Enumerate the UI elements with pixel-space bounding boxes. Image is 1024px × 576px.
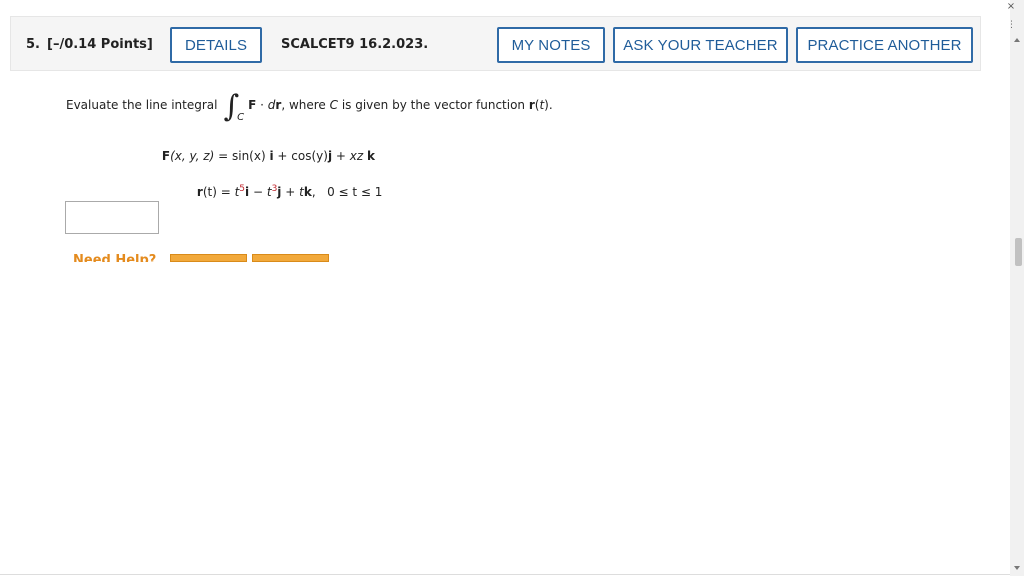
eq-r-plus: +: [281, 185, 300, 199]
scrollbar-thumb[interactable]: [1015, 238, 1022, 266]
scroll-up-icon[interactable]: [1014, 38, 1020, 42]
prompt-F: F: [248, 98, 257, 112]
prompt-lead: Evaluate the line integral: [66, 98, 218, 112]
eq-F-term3: xz: [349, 149, 364, 163]
menu-dots-icon[interactable]: ⋮: [1007, 20, 1016, 30]
answer-input[interactable]: [65, 201, 159, 234]
prompt-t-close: ).: [544, 98, 553, 112]
eq-r-range: 0 ≤ t ≤ 1: [327, 185, 383, 199]
vertical-scrollbar[interactable]: [1010, 0, 1024, 576]
eq-r-exponent1: 5: [239, 184, 246, 194]
close-icon[interactable]: ×: [1004, 1, 1018, 12]
question-source: SCALCET9 16.2.023.: [281, 37, 429, 52]
eq-F-args: (x, y, z): [170, 149, 215, 163]
prompt-C: C: [329, 98, 339, 112]
eq-r-equals: =: [216, 185, 235, 199]
ask-your-teacher-button[interactable]: ASK YOUR TEACHER: [613, 27, 788, 63]
scroll-down-icon[interactable]: [1014, 566, 1020, 570]
eq-r-exponent2: 3: [271, 184, 278, 194]
eq-r-t2: t: [266, 185, 272, 199]
eq-F-plus1: +: [273, 149, 292, 163]
need-help-label: Need Help?: [73, 254, 157, 262]
question-points: [–/0.14 Points]: [47, 37, 153, 52]
eq-r-k: k: [303, 185, 312, 199]
question-prompt: Evaluate the line integral ∫ C F · d r ,…: [66, 90, 553, 123]
watch-it-button[interactable]: [252, 254, 329, 262]
my-notes-button[interactable]: MY NOTES: [497, 27, 605, 63]
prompt-rest: is given by the vector function: [338, 98, 529, 112]
page: 5. [–/0.14 Points] DETAILS SCALCET9 16.2…: [0, 0, 1010, 576]
question-header: 5. [–/0.14 Points] DETAILS SCALCET9 16.2…: [10, 16, 981, 71]
eq-F-plus2: +: [332, 149, 350, 163]
prompt-d: d: [267, 98, 276, 112]
eq-F-term2: cos(y): [291, 149, 328, 163]
practice-another-button[interactable]: PRACTICE ANOTHER: [796, 27, 973, 63]
eq-F-k: k: [366, 149, 375, 163]
prompt-where: , where: [281, 98, 330, 112]
eq-r-args: (t): [202, 185, 217, 199]
read-it-button[interactable]: [170, 254, 247, 262]
question-content: Evaluate the line integral ∫ C F · d r ,…: [52, 72, 980, 262]
integral-subscript: C: [237, 111, 245, 123]
eq-r-minus: −: [249, 185, 267, 199]
vector-function-equation: r(t) = t5i − t3j + tk, 0 ≤ t ≤ 1: [174, 171, 383, 213]
prompt-dot: ·: [256, 98, 268, 112]
details-button[interactable]: DETAILS: [170, 27, 262, 63]
eq-F-equals: =: [214, 149, 232, 163]
bottom-divider: [0, 574, 1010, 575]
eq-F-term1: sin(x): [231, 149, 266, 163]
eq-F-symbol: F: [161, 149, 171, 163]
question-number: 5.: [26, 37, 40, 52]
eq-r-comma: ,: [311, 185, 316, 199]
